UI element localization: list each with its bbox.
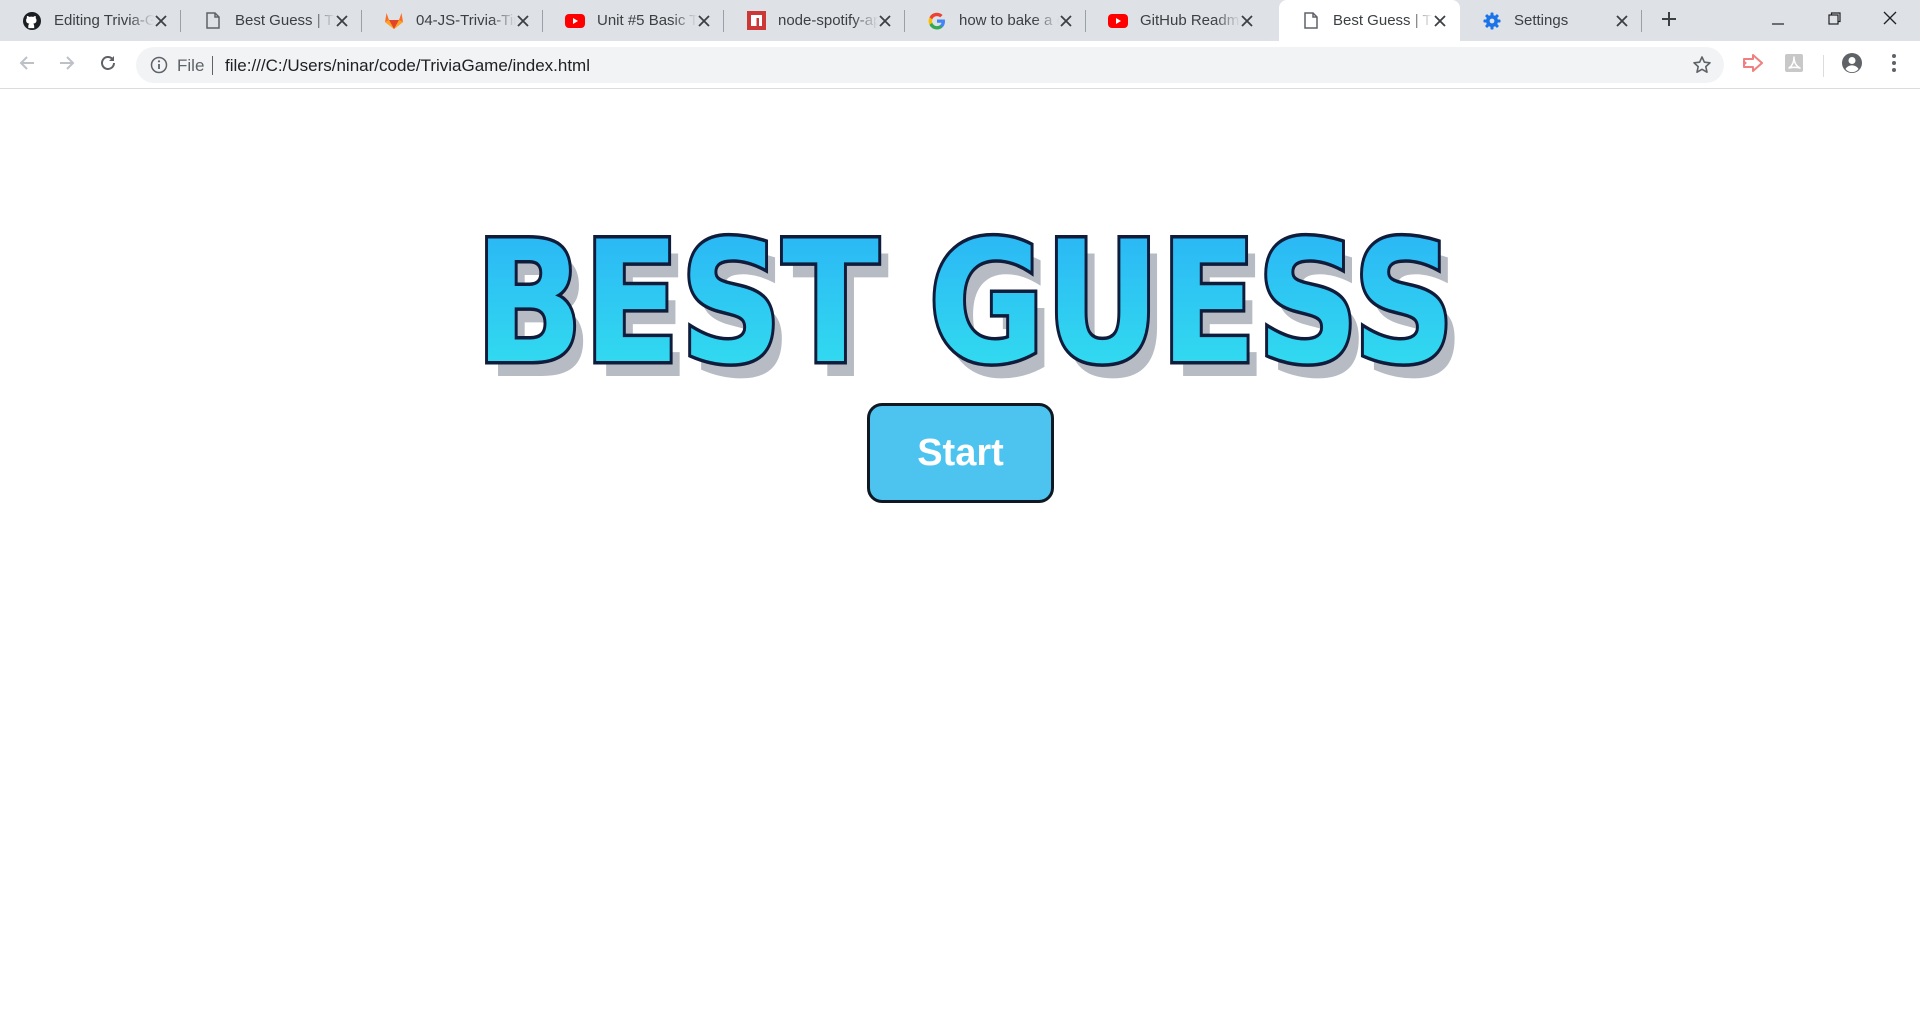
settings-gear-icon	[1482, 11, 1502, 31]
tab-github-readme[interactable]: GitHub Readme	[1086, 0, 1267, 41]
document-icon	[203, 11, 223, 31]
youtube-icon	[1108, 11, 1128, 31]
plus-icon	[1661, 11, 1677, 32]
tab-settings[interactable]: Settings	[1460, 0, 1642, 41]
url-text[interactable]: file:///C:/Users/ninar/code/TriviaGame/i…	[225, 56, 590, 76]
close-tab-icon[interactable]	[1430, 11, 1450, 31]
tab-js-trivia-timer[interactable]: 04-JS-Trivia-Timer	[362, 0, 543, 41]
youtube-icon	[565, 11, 585, 31]
best-guess-logo: BEST GUESS BEST GUESS	[472, 211, 1463, 386]
reload-icon	[99, 54, 117, 77]
document-icon	[1301, 11, 1321, 31]
close-icon	[1883, 11, 1897, 30]
bookmark-star-icon[interactable]	[1692, 55, 1712, 75]
account-circle-icon	[1841, 52, 1863, 79]
omnibox-divider	[212, 56, 213, 75]
tab-separator	[1641, 10, 1642, 32]
extension-button[interactable]	[1741, 53, 1765, 77]
toolbar-separator	[1823, 55, 1824, 77]
tab-title: Editing Trivia-Game	[54, 12, 154, 29]
arrow-left-icon	[18, 54, 36, 77]
page-info-label[interactable]: File	[177, 56, 204, 76]
google-icon	[927, 11, 947, 31]
new-tab-button[interactable]	[1656, 8, 1682, 34]
minimize-window-button[interactable]	[1750, 0, 1806, 41]
tab-unit5-basic-trivia[interactable]: Unit #5 Basic Trivia	[543, 0, 724, 41]
close-tab-icon[interactable]	[1612, 11, 1632, 31]
pdf-extension-button[interactable]	[1782, 53, 1806, 77]
close-tab-icon[interactable]	[513, 11, 533, 31]
close-tab-icon[interactable]	[332, 11, 352, 31]
back-button[interactable]	[13, 51, 41, 79]
github-icon	[22, 11, 42, 31]
tab-strip: Editing Trivia-Game Best Guess | Trivia …	[0, 0, 1920, 41]
pdf-icon	[1784, 53, 1804, 78]
close-tab-icon[interactable]	[1237, 11, 1257, 31]
browser-toolbar: File file:///C:/Users/ninar/code/TriviaG…	[0, 41, 1920, 89]
info-icon[interactable]	[150, 56, 168, 74]
cast-arrow-icon	[1742, 53, 1764, 77]
tab-title: Best Guess | Trivia	[235, 12, 335, 29]
tab-title: node-spotify-api	[778, 12, 878, 29]
tab-google-search[interactable]: how to bake a cake	[905, 0, 1086, 41]
page-viewport: BEST GUESS BEST GUESS Start	[0, 89, 1920, 1030]
reload-button[interactable]	[94, 51, 122, 79]
minimize-icon	[1772, 12, 1784, 30]
restore-icon	[1827, 11, 1841, 30]
close-tab-icon[interactable]	[1056, 11, 1076, 31]
tab-title: Settings	[1514, 12, 1569, 29]
forward-button[interactable]	[53, 51, 81, 79]
start-button[interactable]: Start	[867, 403, 1054, 503]
tab-title: how to bake a cake	[959, 12, 1059, 29]
restore-window-button[interactable]	[1806, 0, 1862, 41]
tab-title: Best Guess | Trivia	[1333, 12, 1433, 29]
tab-editing-trivia-game[interactable]: Editing Trivia-Game	[0, 0, 181, 41]
tab-best-guess-1[interactable]: Best Guess | Trivia	[181, 0, 362, 41]
arrow-right-icon	[58, 54, 76, 77]
tab-title: 04-JS-Trivia-Timer	[416, 12, 516, 29]
close-window-button[interactable]	[1862, 0, 1918, 41]
tab-best-guess-active[interactable]: Best Guess | Trivia	[1279, 0, 1460, 41]
close-tab-icon[interactable]	[875, 11, 895, 31]
npm-icon	[746, 11, 766, 31]
tab-title: GitHub Readme	[1140, 12, 1240, 29]
tab-title: Unit #5 Basic Trivia	[597, 12, 697, 29]
close-tab-icon[interactable]	[151, 11, 171, 31]
gitlab-icon	[384, 11, 404, 31]
logo-title-text: BEST GUESS	[475, 211, 1455, 386]
tab-node-spotify-api[interactable]: node-spotify-api	[724, 0, 905, 41]
profile-button[interactable]	[1840, 52, 1864, 79]
address-bar[interactable]: File file:///C:/Users/ninar/code/TriviaG…	[136, 47, 1724, 83]
browser-menu-button[interactable]	[1882, 53, 1906, 77]
kebab-menu-icon	[1891, 53, 1897, 78]
close-tab-icon[interactable]	[694, 11, 714, 31]
